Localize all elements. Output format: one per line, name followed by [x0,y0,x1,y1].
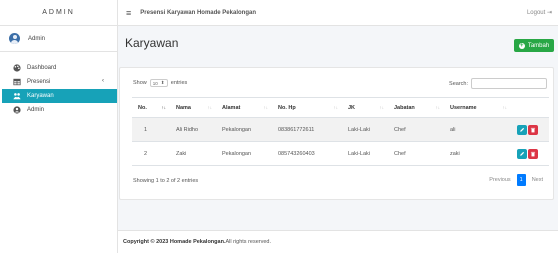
sidebar-item-label: Karyawan [27,93,54,99]
column-header-no-hp[interactable]: No. Hp ↑↓ [272,97,342,118]
column-header-nama[interactable]: Nama ↑↓ [170,97,216,118]
cell-username: ali [444,117,511,142]
cell-nama: Zaki [170,141,216,166]
sidebar-item-admin[interactable]: Admin [0,103,117,117]
delete-button[interactable] [528,148,538,159]
sort-icon: ↑↓ [207,105,213,110]
data-table-card: Show 10 ⬍ entries Search: No. ↑↓ Nama ↑↓ A… [119,67,554,200]
table-icon [13,78,21,86]
avatar [9,33,20,44]
page-footer: Copyright © 2023 Homade Pekalongan. All … [118,230,558,253]
sidebar-item-label: Admin [27,107,45,113]
table-controls: Show 10 ⬍ entries Search: [133,78,547,89]
karyawan-table: No. ↑↓ Nama ↑↓ Alamat ↑↓ No. Hp ↑↓ JK ↑↓ Jaba… [132,97,549,166]
table-row: 1 Ali Ridho Pekalongan 083861772611 Laki… [132,117,549,142]
cell-username: zaki [444,141,511,166]
column-header-no[interactable]: No. ↑↓ [132,97,170,118]
cell-jk: Laki-Laki [342,117,388,142]
edit-button[interactable] [517,148,527,159]
sidebar: ADMIN Admin Dashboard Presensi ‹ Karyawa… [0,0,118,253]
table-row: 2 Zaki Pekalongan 085743260403 Laki-Laki… [132,141,549,166]
users-icon [13,92,21,100]
sidebar-item-label: Presensi [27,79,51,85]
table-header-row: No. ↑↓ Nama ↑↓ Alamat ↑↓ No. Hp ↑↓ JK ↑↓ Jaba… [132,97,549,118]
trash-icon [530,151,536,156]
search-group: Search: [449,78,547,89]
palette-icon [13,64,21,72]
add-button-label: Tambah [527,42,550,49]
add-button[interactable]: + Tambah [514,39,554,52]
cell-actions [511,117,549,142]
column-header-alamat[interactable]: Alamat ↑↓ [216,97,272,118]
logout-link[interactable]: Logout ⇥ [527,9,552,16]
page-header: Karyawan + Tambah [118,26,558,60]
previous-button[interactable]: Previous [485,174,514,186]
sidebar-item-label: Dashboard [27,65,57,71]
app-title: Presensi Karyawan Homade Pekalongan [140,9,256,16]
cell-alamat: Pekalongan [216,117,272,142]
sidebar-nav: Dashboard Presensi ‹ Karyawan Admin [0,52,117,117]
entries-select[interactable]: 10 ⬍ [149,79,168,87]
sort-icon: ↑↓ [435,105,441,110]
search-label: Search: [449,80,468,87]
menu-icon[interactable]: ≡ [126,8,131,18]
sidebar-item-karyawan[interactable]: Karyawan [2,89,117,103]
cell-jabatan: Chef [388,117,444,142]
cell-jabatan: Chef [388,141,444,166]
cell-no-hp: 085743260403 [272,141,342,166]
entries-value: 10 [152,80,158,86]
cell-no-hp: 083861772611 [272,117,342,142]
cell-alamat: Pekalongan [216,141,272,166]
topbar: ≡ Presensi Karyawan Homade Pekalongan Lo… [118,0,558,26]
show-label: Show [133,80,147,86]
sort-icon: ↑↓ [379,105,385,110]
table-info: Showing 1 to 2 of 2 entries [133,178,199,184]
brand-logo[interactable]: ADMIN [0,0,117,26]
cell-no: 2 [132,141,170,166]
sidebar-item-presensi[interactable]: Presensi ‹ [0,75,117,89]
chevron-left-icon[interactable]: ‹ [102,78,104,84]
select-arrows-icon: ⬍ [160,80,165,85]
user-icon [13,106,21,114]
sort-icon: ↑↓ [263,105,269,110]
trash-icon [530,127,536,132]
sidebar-item-dashboard[interactable]: Dashboard [0,61,117,75]
cell-no: 1 [132,117,170,142]
cell-nama: Ali Ridho [170,117,216,142]
search-input[interactable] [471,78,547,89]
next-button[interactable]: Next [528,174,547,186]
pagination: Previous 1 Next [485,174,547,186]
sort-icon: ↑↓ [333,105,339,110]
sort-icon: ↑↓ [502,105,508,110]
cell-actions [511,141,549,166]
edit-button[interactable] [517,124,527,135]
column-header-jabatan[interactable]: Jabatan ↑↓ [388,97,444,118]
page-title: Karyawan [125,36,179,50]
entries-label: entries [170,80,188,86]
user-panel[interactable]: Admin [0,26,117,52]
page-1-button[interactable]: 1 [516,174,526,186]
copyright-text: Copyright © 2023 Homade Pekalongan. [123,239,226,245]
column-header-jk[interactable]: JK ↑↓ [342,97,388,118]
pencil-icon [520,127,525,132]
rights-text: All rights reserved. [225,239,272,245]
user-name: Admin [28,35,46,42]
column-header-username[interactable]: Username ↑↓ [444,97,511,118]
column-header-actions [511,97,549,118]
plus-circle-icon: + [518,42,525,49]
pencil-icon [520,151,525,156]
sort-icon: ↑↓ [161,105,167,110]
cell-jk: Laki-Laki [342,141,388,166]
delete-button[interactable] [528,124,538,135]
